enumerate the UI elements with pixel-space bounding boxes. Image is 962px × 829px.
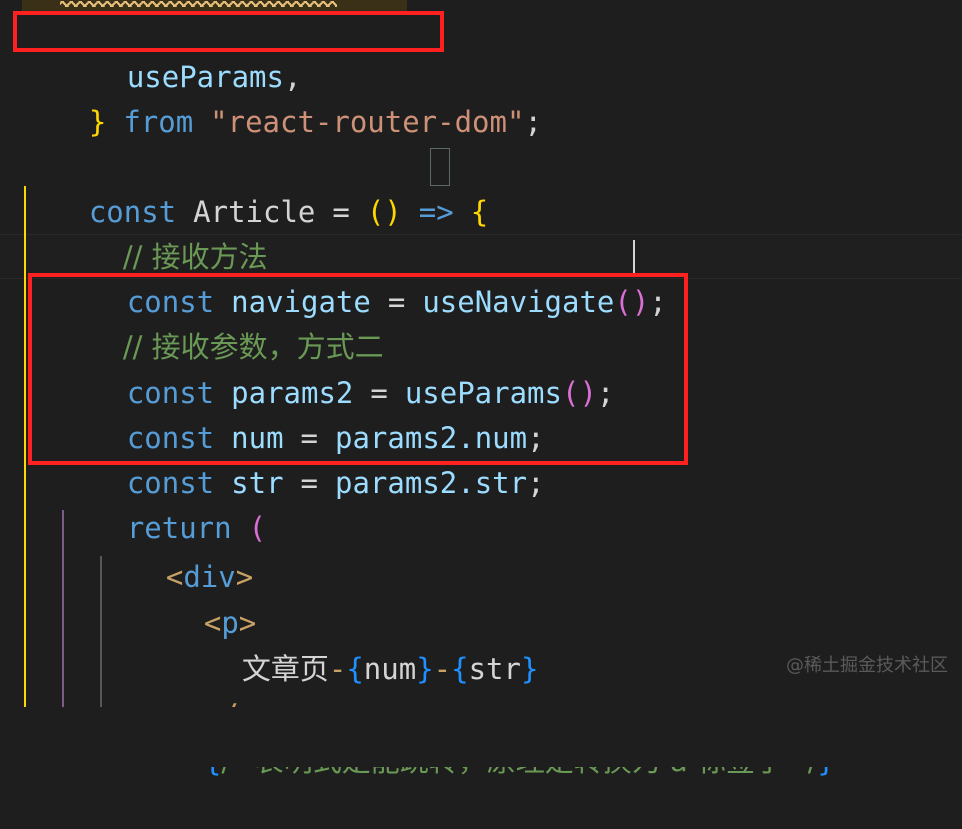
code-line-p-content[interactable]: 文章页-{num}-{str} xyxy=(0,602,962,686)
code-line-comment-params[interactable]: // 接收参数，方式二 xyxy=(0,280,962,364)
viewport-bottom-mask xyxy=(0,707,962,767)
code-line-useparams-import[interactable]: useParams, xyxy=(0,10,962,94)
code-line-const-article[interactable]: const Article =() =>{ xyxy=(0,145,962,229)
code-line-const-params2[interactable]: const params2 = useParams(); xyxy=(0,326,962,410)
code-line-const-num[interactable]: const num = params2.num; xyxy=(0,371,962,455)
warning-squiggle-underline xyxy=(60,1,337,7)
code-line-p-open[interactable]: <p> xyxy=(0,556,962,640)
code-line-comment-method[interactable]: // 接收方法 xyxy=(0,190,962,274)
watermark-text: @稀土掘金技术社区 xyxy=(786,655,948,676)
code-line-div-open[interactable]: <div> xyxy=(0,510,962,594)
code-editor[interactable]: useParams, } from "react-router-dom"; cons… xyxy=(0,0,962,778)
code-line-return-open[interactable]: return( xyxy=(0,461,962,545)
code-line-blank[interactable] xyxy=(0,100,962,145)
code-line-const-str[interactable]: const str = params2.str; xyxy=(0,416,962,500)
code-line-const-navigate[interactable]: const navigate = useNavigate(); xyxy=(0,235,962,319)
code-line-import-close[interactable]: } from "react-router-dom"; xyxy=(0,55,962,139)
